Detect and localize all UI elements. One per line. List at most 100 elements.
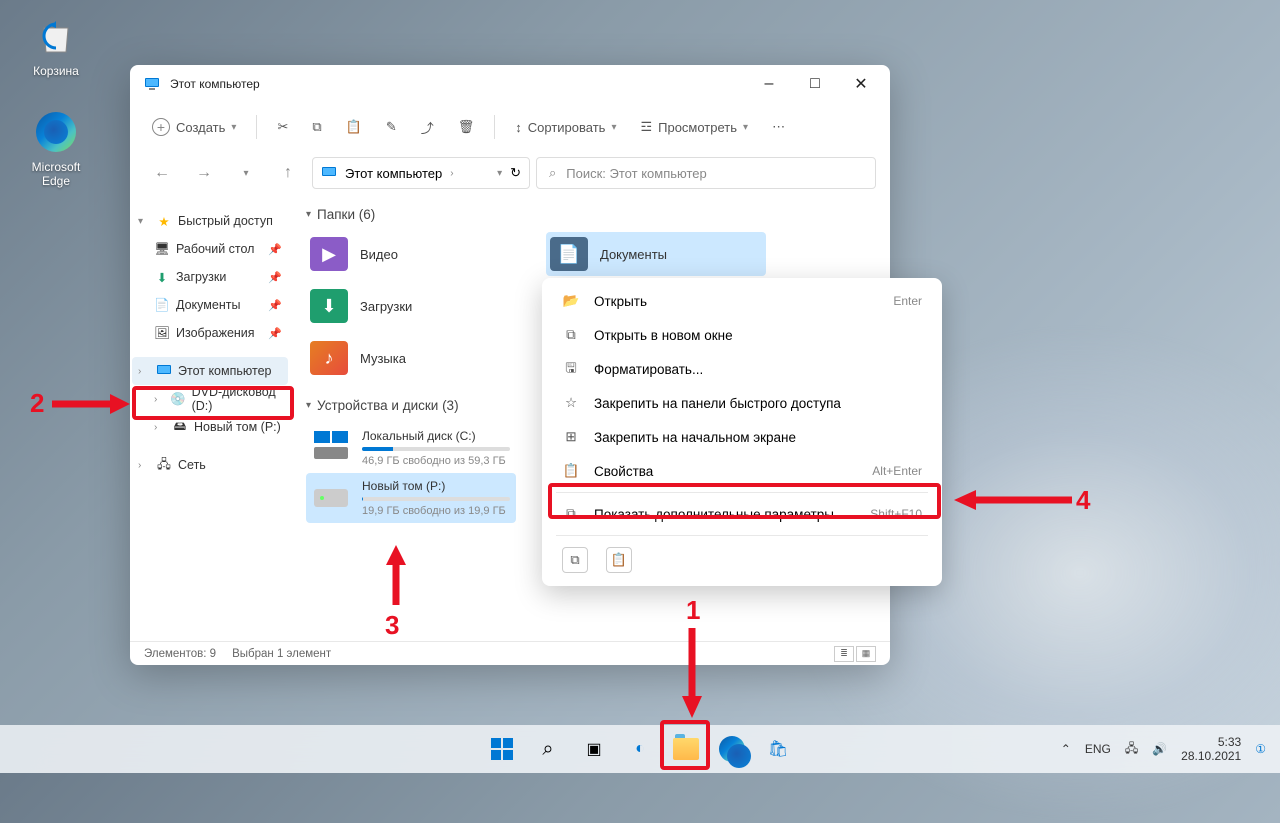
format-icon: 🖫 xyxy=(562,358,580,381)
tray-clock[interactable]: 5:33 28.10.2021 xyxy=(1181,735,1241,764)
taskbar-store[interactable]: 🛍 xyxy=(758,729,798,769)
status-count: Элементов: 9 xyxy=(144,648,216,660)
pin-icon: 📌 xyxy=(268,243,282,256)
cut-button[interactable]: ✂ xyxy=(267,109,298,145)
maximize-button[interactable]: □ xyxy=(792,68,838,100)
download-icon: ⬇ xyxy=(154,269,170,285)
edge-icon xyxy=(32,108,80,156)
recycle-bin-icon xyxy=(32,12,80,60)
titlebar[interactable]: Этот компьютер – □ ✕ xyxy=(130,65,890,103)
sort-button[interactable]: ↕ Сортировать ▾ xyxy=(505,109,626,145)
more-button[interactable]: ⋯ xyxy=(762,109,795,145)
sidebar-item-pictures[interactable]: 🖼 Изображения 📌 xyxy=(132,319,288,347)
drive-tile-c[interactable]: Локальный диск (C:) 46,9 ГБ свободно из … xyxy=(306,423,516,473)
paste-button[interactable]: 📋 xyxy=(336,109,372,145)
taskbar-explorer[interactable] xyxy=(666,729,706,769)
ctx-show-more-options[interactable]: ⧉ Показать дополнительные параметры Shif… xyxy=(548,497,936,531)
taskbar-task-view[interactable]: ▣ xyxy=(574,729,614,769)
view-details-button[interactable]: ≣ xyxy=(834,646,854,662)
copy-button[interactable]: ⧉ xyxy=(302,109,331,145)
sidebar-item-this-pc[interactable]: › Этот компьютер xyxy=(132,357,288,385)
widgets-icon: ◐ xyxy=(635,740,645,758)
video-icon: ▶ xyxy=(310,237,348,271)
start-button[interactable] xyxy=(482,729,522,769)
this-pc-icon xyxy=(321,165,337,181)
sidebar-item-new-volume[interactable]: › 🖴 Новый том (P:) xyxy=(132,413,288,441)
refresh-button[interactable]: ↻ xyxy=(510,165,521,181)
taskbar-edge[interactable] xyxy=(712,729,752,769)
share-icon: ⤴ xyxy=(421,118,434,137)
rename-button[interactable]: ✎ xyxy=(376,109,407,145)
ctx-pin-quick-access[interactable]: ☆ Закрепить на панели быстрого доступа xyxy=(548,386,936,420)
minimize-button[interactable]: – xyxy=(746,68,792,100)
drive-icon xyxy=(312,479,350,511)
delete-button[interactable]: 🗑 xyxy=(448,109,485,145)
picture-icon: 🖼 xyxy=(154,325,170,341)
section-folders[interactable]: ▾ Папки (6) xyxy=(306,207,874,222)
sidebar-item-desktop[interactable]: 🖥 Рабочий стол 📌 xyxy=(132,235,288,263)
folder-tile-documents[interactable]: 📄 Документы xyxy=(546,232,766,276)
new-window-icon: ⧉ xyxy=(562,327,580,343)
share-button[interactable]: ⤴ xyxy=(411,109,444,145)
close-button[interactable]: ✕ xyxy=(838,68,884,100)
view-button[interactable]: ☲ Просмотреть ▾ xyxy=(630,109,758,145)
pin-start-icon: ⊞ xyxy=(562,429,580,445)
sidebar-item-dvd[interactable]: › 💿 DVD-дисковод (D:) xyxy=(132,385,288,413)
drive-icon xyxy=(312,429,350,461)
music-icon: ♪ xyxy=(310,341,348,375)
pin-icon: 📌 xyxy=(268,271,282,284)
sidebar-item-quick-access[interactable]: ▾ ★ Быстрый доступ xyxy=(132,207,288,235)
folder-tile-music[interactable]: ♪ Музыка xyxy=(306,336,526,380)
folder-tile-downloads[interactable]: ⬇ Загрузки xyxy=(306,284,526,328)
sidebar-item-downloads[interactable]: ⬇ Загрузки 📌 xyxy=(132,263,288,291)
download-icon: ⬇ xyxy=(310,289,348,323)
folder-open-icon: 📂 xyxy=(562,293,580,309)
view-tiles-button[interactable]: ▦ xyxy=(856,646,876,662)
ctx-open-new-window[interactable]: ⧉ Открыть в новом окне xyxy=(548,318,936,352)
tray-network-icon[interactable]: 🖧 xyxy=(1125,739,1138,760)
desktop-icon-recycle-bin[interactable]: Корзина xyxy=(18,12,94,78)
drive-tile-p[interactable]: Новый том (P:) 19,9 ГБ свободно из 19,9 … xyxy=(306,473,516,523)
sidebar-item-network[interactable]: › 🖧 Сеть xyxy=(132,451,288,479)
search-input[interactable]: ⌕ Поиск: Этот компьютер xyxy=(536,157,876,189)
chevron-down-icon[interactable]: ▾ xyxy=(497,168,502,179)
ctx-properties[interactable]: 📋 Свойства Alt+Enter xyxy=(548,454,936,488)
taskbar-widgets[interactable]: ◐ xyxy=(620,729,660,769)
window-title: Этот компьютер xyxy=(170,77,746,91)
ctx-pin-start[interactable]: ⊞ Закрепить на начальном экране xyxy=(548,420,936,454)
address-input[interactable]: Этот компьютер › ▾ ↻ xyxy=(312,157,530,189)
tray-volume-icon[interactable]: 🔊 xyxy=(1152,742,1167,756)
tray-language[interactable]: ENG xyxy=(1085,742,1111,756)
create-button[interactable]: + Создать ▾ xyxy=(142,109,246,145)
trash-icon: 🗑 xyxy=(458,119,475,135)
back-button[interactable]: ← xyxy=(144,155,180,191)
ctx-open[interactable]: 📂 Открыть Enter xyxy=(548,284,936,318)
forward-button[interactable]: → xyxy=(186,155,222,191)
copy-icon: ⧉ xyxy=(312,119,321,135)
annotation-number: 2 xyxy=(30,388,44,419)
document-icon: 📄 xyxy=(154,297,170,313)
paste-icon: 📋 xyxy=(346,119,362,135)
store-icon: 🛍 xyxy=(768,739,788,759)
pin-icon: 📌 xyxy=(268,299,282,312)
sidebar: ▾ ★ Быстрый доступ 🖥 Рабочий стол 📌 ⬇ За… xyxy=(130,195,290,641)
chevron-down-icon[interactable]: ▾ xyxy=(228,155,264,191)
drive-icon: 🖴 xyxy=(172,419,188,435)
tray-notifications-icon[interactable]: ① xyxy=(1255,742,1266,756)
ctx-copy-button[interactable]: ⧉ xyxy=(562,547,588,573)
folder-icon xyxy=(673,738,699,760)
ctx-format[interactable]: 🖫 Форматировать... xyxy=(548,352,936,386)
star-icon: ★ xyxy=(156,213,172,229)
ctx-paste-button[interactable]: 📋 xyxy=(606,547,632,573)
sort-icon: ↕ xyxy=(515,120,522,135)
folder-tile-video[interactable]: ▶ Видео xyxy=(306,232,526,276)
search-icon: ⌕ xyxy=(542,738,553,761)
task-view-icon: ▣ xyxy=(586,739,601,759)
view-icon: ☲ xyxy=(640,119,652,135)
taskbar-search-button[interactable]: ⌕ xyxy=(528,729,568,769)
sidebar-item-documents[interactable]: 📄 Документы 📌 xyxy=(132,291,288,319)
up-button[interactable]: ↑ xyxy=(270,155,306,191)
tray-chevron-up-icon[interactable]: ⌃ xyxy=(1061,742,1071,756)
plus-icon: + xyxy=(152,118,170,136)
desktop-icon-edge[interactable]: Microsoft Edge xyxy=(18,108,94,188)
